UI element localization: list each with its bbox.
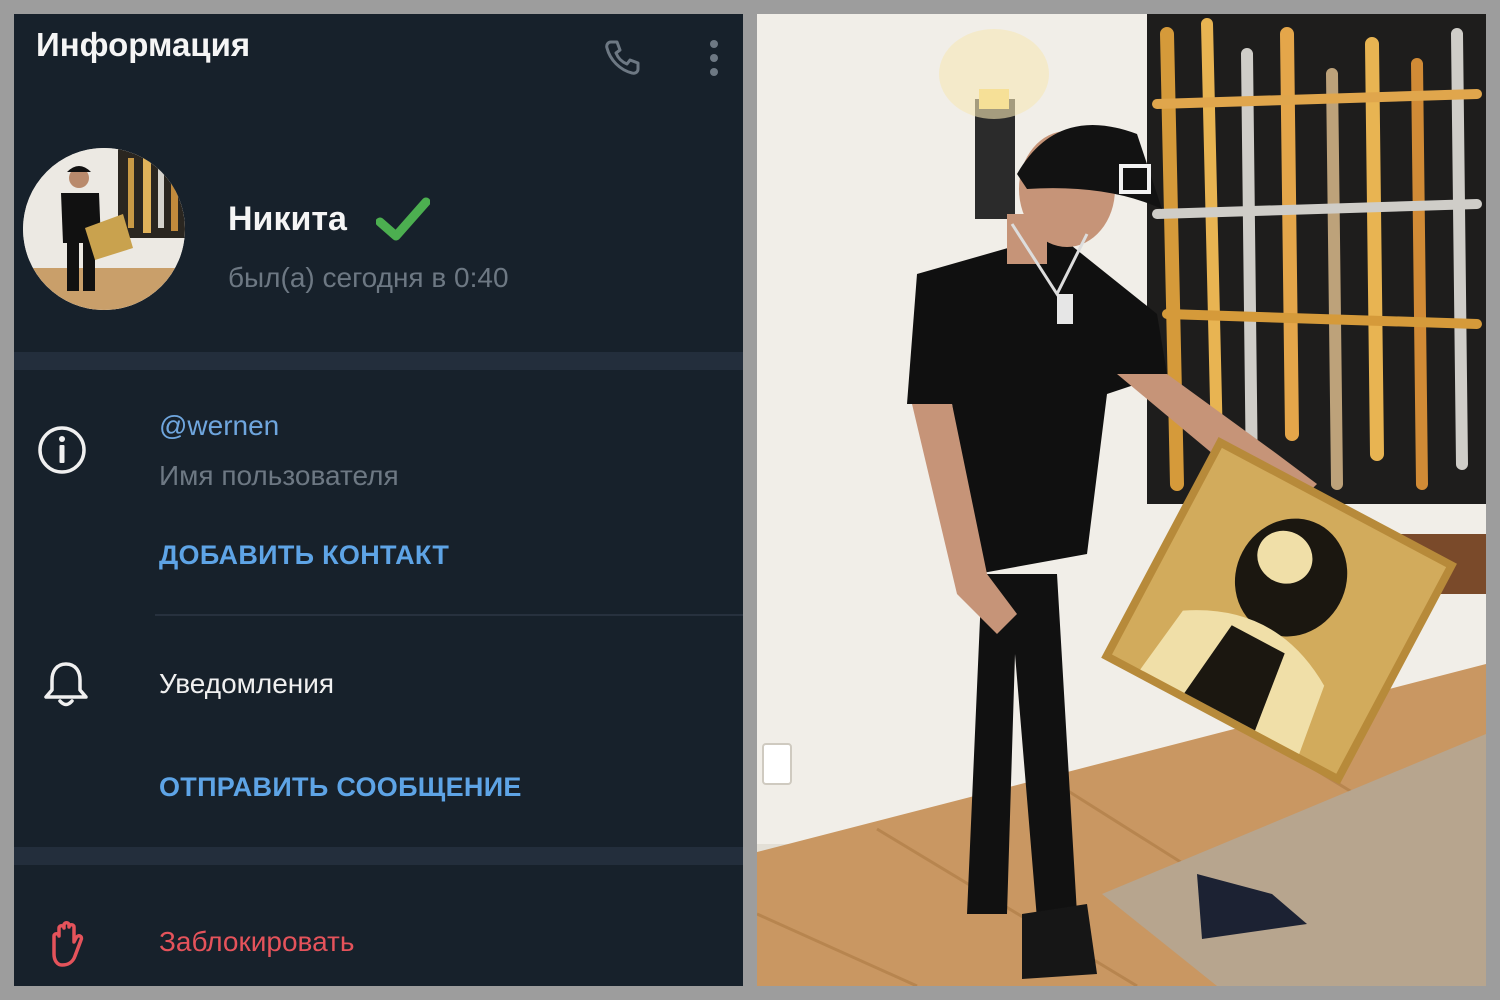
- send-message-button[interactable]: ОТПРАВИТЬ СООБЩЕНИЕ: [159, 772, 522, 803]
- bell-icon: [44, 662, 88, 707]
- panel-header: Информация: [14, 14, 743, 84]
- add-contact-button[interactable]: ДОБАВИТЬ КОНТАКТ: [159, 540, 449, 571]
- section-separator: [14, 847, 743, 865]
- more-vertical-icon[interactable]: [702, 38, 742, 78]
- notifications-setting[interactable]: Уведомления: [159, 668, 334, 700]
- hand-stop-icon: [52, 921, 84, 967]
- username[interactable]: @wernen: [159, 410, 279, 442]
- last-seen-status: был(а) сегодня в 0:40: [228, 262, 509, 293]
- username-label: Имя пользователя: [159, 460, 399, 491]
- checkmark-icon: [376, 197, 430, 241]
- info-icon: [38, 426, 86, 474]
- avatar[interactable]: [23, 148, 185, 310]
- profile-name: Никита: [228, 200, 347, 238]
- profile-info-panel: Информация Никита был(а) сегодня в 0:40 …: [14, 14, 743, 986]
- header-title: Информация: [36, 26, 251, 63]
- phone-icon[interactable]: [602, 38, 642, 78]
- profile-photo: [757, 14, 1486, 986]
- profile-section: Никита был(а) сегодня в 0:40: [14, 134, 743, 354]
- section-separator: [14, 352, 743, 370]
- divider: [155, 614, 743, 616]
- block-user-button[interactable]: Заблокировать: [159, 926, 354, 958]
